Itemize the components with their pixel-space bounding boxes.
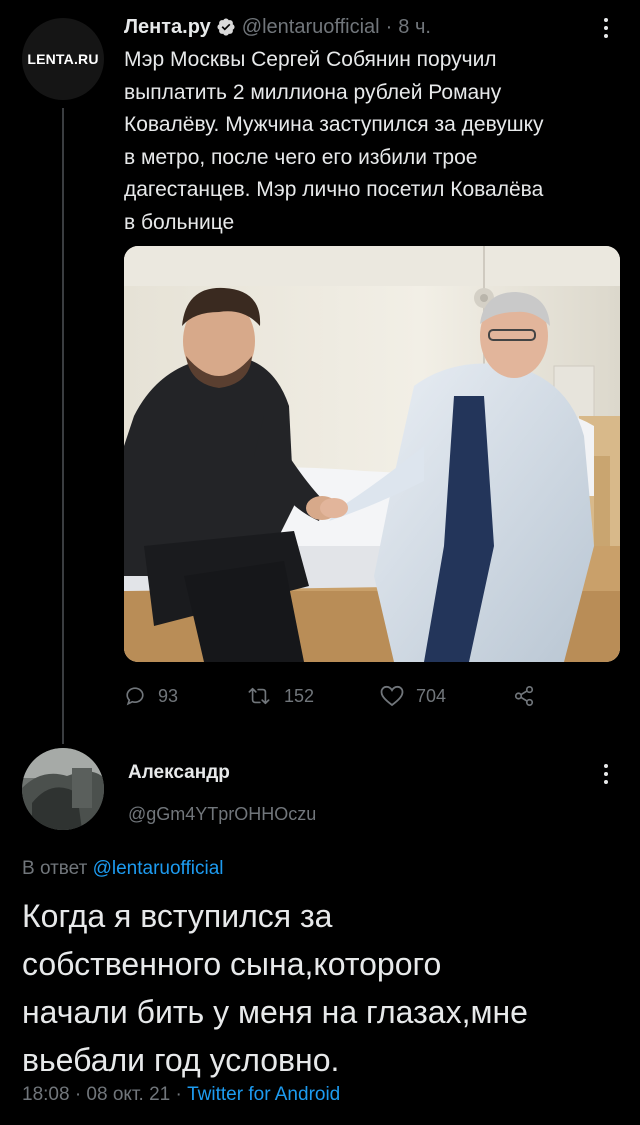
- hospital-photo-image: [124, 246, 620, 662]
- reply-avatar-image: [22, 748, 104, 830]
- author-name[interactable]: Лента.ру: [124, 16, 211, 39]
- reply-more-options-icon[interactable]: [596, 760, 616, 794]
- retweet-count: 152: [284, 685, 315, 706]
- like-button[interactable]: 704: [380, 678, 446, 714]
- retweet-icon: [248, 687, 270, 705]
- reply-count: 93: [158, 685, 179, 706]
- reply-avatar[interactable]: [22, 748, 104, 830]
- tweet-header: Лента.ру @lentaruofficial · 8 ч.: [124, 12, 431, 42]
- reply-author-name[interactable]: Александр: [128, 762, 230, 784]
- thread-connector-line: [62, 108, 64, 744]
- reply-button[interactable]: 93: [124, 678, 178, 714]
- lenta-avatar[interactable]: LENTA.RU: [22, 18, 104, 100]
- tweet-action-bar: 93 152 704: [124, 678, 604, 714]
- reply-client-link[interactable]: Twitter for Android: [187, 1084, 340, 1105]
- share-button[interactable]: [512, 678, 548, 714]
- header-separator: ·: [385, 15, 393, 38]
- retweet-button[interactable]: 152: [246, 678, 314, 714]
- reply-text: Когда я вступился за собственного сына,к…: [22, 898, 528, 1078]
- tweet-time[interactable]: 8 ч.: [398, 16, 431, 39]
- reply-to-prefix: В ответ: [22, 858, 88, 879]
- author-handle[interactable]: @lentaruofficial: [242, 16, 380, 39]
- reply-meta: 18:08 · 08 окт. 21 · Twitter for Android: [22, 1084, 340, 1106]
- reply-to-handle-link[interactable]: @lentaruofficial: [93, 858, 224, 879]
- reply-author-handle[interactable]: @gGm4YTprOHHOczu: [128, 804, 316, 825]
- reply-timestamp[interactable]: 18:08 · 08 окт. 21 ·: [22, 1084, 182, 1105]
- tweet-text: Мэр Москвы Сергей Собянин поручил выплат…: [124, 48, 544, 234]
- reply-icon: [126, 687, 144, 706]
- lenta-avatar-text: LENTA.RU: [27, 51, 99, 67]
- heart-icon: [380, 685, 404, 707]
- tweet-photo[interactable]: [124, 246, 620, 662]
- verified-badge-icon: [217, 18, 235, 36]
- share-icon: [514, 686, 534, 706]
- more-options-icon[interactable]: [596, 14, 616, 48]
- reply-to-line: В ответ @lentaruofficial: [22, 858, 224, 880]
- like-count: 704: [416, 685, 447, 706]
